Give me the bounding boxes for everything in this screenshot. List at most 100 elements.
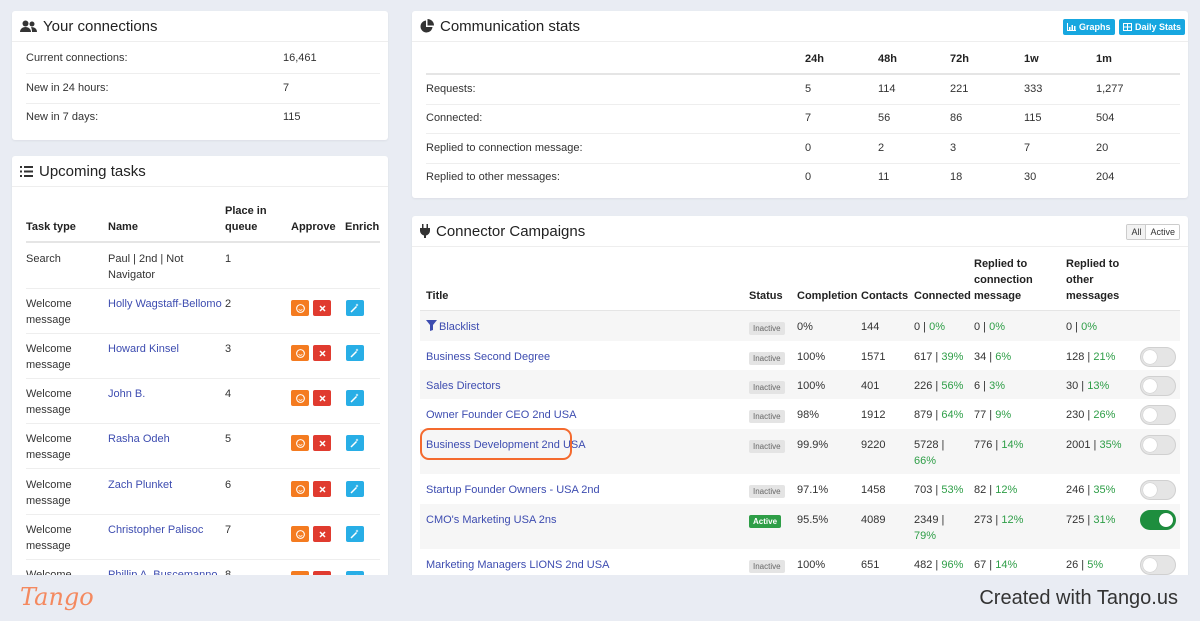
stat-row-24h: New in 24 hours: 7 [26,82,374,94]
enrich-button[interactable] [346,481,364,497]
comm-stats-card: Communication stats Graphs Daily Stats 2… [412,11,1188,198]
separator: | [1078,559,1088,571]
enrich-button[interactable] [346,390,364,406]
connected-count: 617 [914,351,933,363]
campaign-toggle[interactable] [1140,510,1176,530]
col-contacts: Contacts [861,290,909,302]
task-name[interactable]: Rasha Odeh [108,431,170,447]
contacts-value: 1571 [861,351,886,363]
campaign-toggle[interactable] [1140,480,1176,500]
divider [26,378,380,379]
campaign-title-link[interactable]: Startup Founder Owners - USA 2nd [426,482,600,498]
task-name[interactable]: Zach Plunket [108,477,172,493]
replied-connection-count: 273 [974,514,993,526]
connected-value: 5728 | 66% [914,437,962,469]
reject-button[interactable] [313,390,331,406]
divider [426,163,1180,164]
campaign-toggle[interactable] [1140,405,1176,425]
reject-button[interactable] [313,345,331,361]
replied-other-count: 30 [1066,380,1079,392]
daily-stats-button[interactable]: Daily Stats [1119,19,1186,35]
approve-button[interactable] [291,300,309,316]
separator: | [1084,484,1094,496]
reject-button[interactable] [313,435,331,451]
campaign-title-link[interactable]: Business Second Degree [426,349,550,365]
col-1m: 1m [1096,53,1112,65]
toggle-knob [1143,379,1157,393]
replied-other-count: 230 [1066,409,1085,421]
col-task-type: Task type [26,221,76,233]
status-badge: Inactive [749,410,785,423]
stat-value: 7 [283,82,290,94]
replied-other-value: 725 | 31% [1066,512,1115,528]
replied-connection-percent: 14% [1001,439,1024,451]
task-name[interactable]: Howard Kinsel [108,341,179,357]
approve-button[interactable] [291,435,309,451]
campaign-toggle[interactable] [1140,555,1176,575]
replied-connection-percent: 3% [989,380,1006,392]
col-48h: 48h [878,53,897,65]
col-place-1: Place in [225,205,267,217]
toggle-knob [1143,438,1157,452]
campaign-title-link[interactable]: Owner Founder CEO 2nd USA [426,407,576,423]
replied-other-count: 2001 [1066,439,1091,451]
stat-row-current: Current connections: 16,461 [26,52,374,64]
toggle-knob [1159,513,1173,527]
approve-button[interactable] [291,481,309,497]
enrich-button[interactable] [346,345,364,361]
enrich-button[interactable] [346,435,364,451]
col-replied-connection-1: Replied to [974,258,1028,270]
task-place: 2 [225,298,232,310]
approve-button[interactable] [291,390,309,406]
contacts-value: 9220 [861,439,886,451]
campaign-title-link[interactable]: Blacklist [426,319,479,335]
magic-wand-icon [350,303,359,313]
comm-value: 30 [1024,171,1037,183]
comm-row-label: Replied to connection message: [426,142,583,154]
status-badge: Inactive [749,560,785,573]
comm-value: 221 [950,83,969,95]
reject-button[interactable] [313,300,331,316]
separator: | [986,559,996,571]
replied-connection-percent: 12% [1001,514,1024,526]
contacts-value: 1458 [861,484,886,496]
filter-all-button[interactable]: All [1127,225,1147,239]
campaign-toggle[interactable] [1140,435,1176,455]
approve-button[interactable] [291,526,309,542]
separator: | [1084,351,1094,363]
task-name[interactable]: Holly Wagstaff-Bellomo [108,296,222,312]
close-icon [318,394,326,402]
task-name[interactable]: John B. [108,386,145,402]
separator: | [1078,380,1088,392]
campaign-title: Marketing Managers LIONS 2nd USA [426,559,610,571]
comm-value: 56 [878,112,891,124]
campaign-title: Sales Directors [426,380,501,392]
reject-button[interactable] [313,526,331,542]
campaign-title-link[interactable]: Marketing Managers LIONS 2nd USA [426,557,609,573]
stat-value: 115 [283,111,301,123]
connected-value: 482 | 96% [914,557,963,573]
separator: | [932,380,942,392]
graphs-button[interactable]: Graphs [1063,19,1115,35]
reject-button[interactable] [313,481,331,497]
campaign-toggle[interactable] [1140,376,1176,396]
divider [426,133,1180,134]
task-type-line2: message [26,359,71,371]
campaign-title-link[interactable]: CMO's Marketing USA 2ns [426,512,556,528]
smile-icon [295,303,305,313]
completion-value: 0% [797,321,813,333]
divider [26,514,380,515]
campaign-toggle[interactable] [1140,347,1176,367]
connected-count: 226 [914,380,933,392]
enrich-button[interactable] [346,526,364,542]
replied-connection-value: 273 | 12% [974,512,1023,528]
task-place: 6 [225,479,232,491]
divider [26,559,380,560]
separator: | [932,409,942,421]
campaign-title-link[interactable]: Sales Directors [426,378,501,394]
separator: | [1072,321,1082,333]
task-name[interactable]: Christopher Palisoc [108,522,203,538]
enrich-button[interactable] [346,300,364,316]
filter-active-button[interactable]: Active [1146,225,1179,239]
approve-button[interactable] [291,345,309,361]
